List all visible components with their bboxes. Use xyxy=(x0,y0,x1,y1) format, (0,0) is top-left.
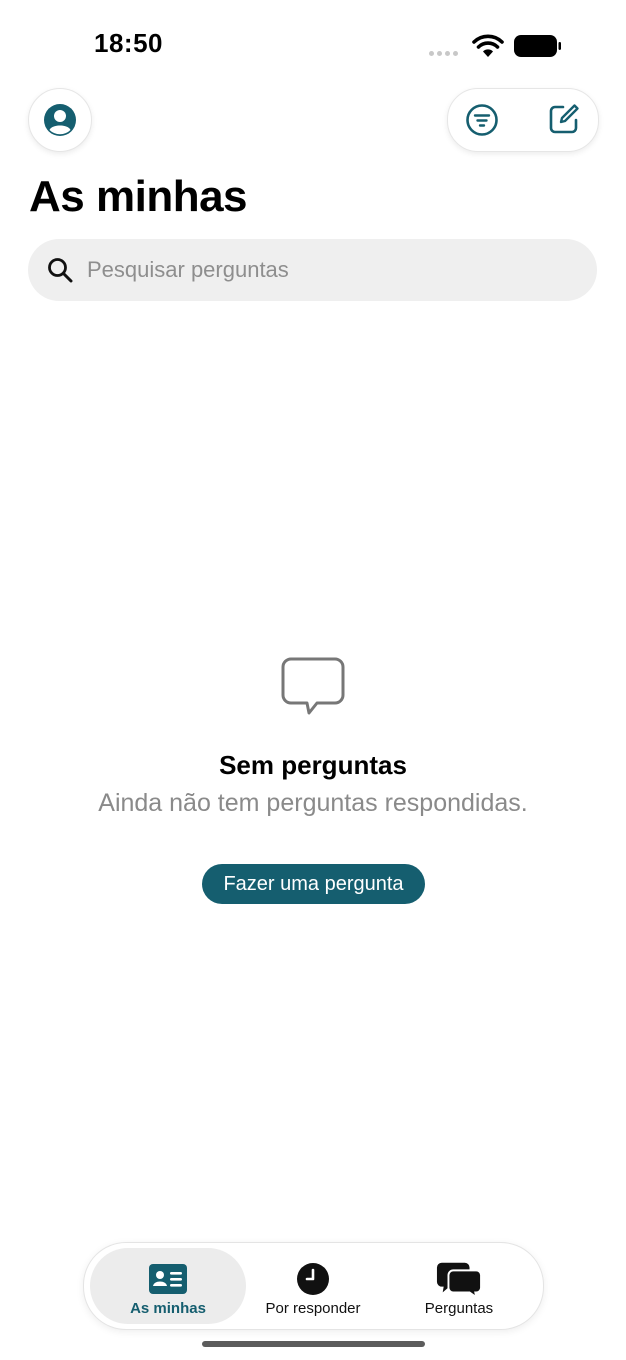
page-title: As minhas xyxy=(29,172,248,221)
cellular-signal-icon xyxy=(429,51,458,56)
profile-button[interactable] xyxy=(28,88,92,152)
user-icon xyxy=(44,104,76,136)
tab-bar: As minhas Por responder Perguntas xyxy=(83,1242,544,1330)
wifi-icon xyxy=(472,34,504,57)
header-actions xyxy=(447,88,599,152)
speech-bubble-icon xyxy=(281,657,345,715)
search-bar[interactable] xyxy=(28,239,597,301)
search-input[interactable] xyxy=(85,256,549,284)
status-time: 18:50 xyxy=(94,28,163,58)
battery-icon xyxy=(514,35,561,57)
filter-button[interactable] xyxy=(464,102,500,138)
filter-icon xyxy=(466,104,498,136)
tab-label: Perguntas xyxy=(424,1300,494,1317)
tab-label: Por responder xyxy=(265,1300,361,1317)
search-icon xyxy=(48,258,73,283)
id-card-icon xyxy=(149,1264,187,1294)
tab-as-minhas[interactable]: As minhas xyxy=(90,1248,246,1324)
compose-button[interactable] xyxy=(546,101,582,137)
ask-question-button[interactable]: Fazer uma pergunta xyxy=(202,864,425,904)
tab-perguntas[interactable]: Perguntas xyxy=(386,1248,532,1324)
clock-icon xyxy=(297,1263,329,1295)
tab-label: As minhas xyxy=(130,1300,206,1317)
app-screen: 18:50 As minhas Pesquisar perguntas Sem … xyxy=(0,0,626,1360)
tab-por-responder[interactable]: Por responder xyxy=(242,1248,384,1324)
home-indicator xyxy=(202,1341,425,1347)
empty-state-subtitle: Ainda não tem perguntas respondidas. xyxy=(98,789,528,817)
empty-state-title: Sem perguntas xyxy=(219,750,407,780)
chat-bubbles-icon xyxy=(436,1262,482,1298)
compose-icon xyxy=(549,104,579,134)
